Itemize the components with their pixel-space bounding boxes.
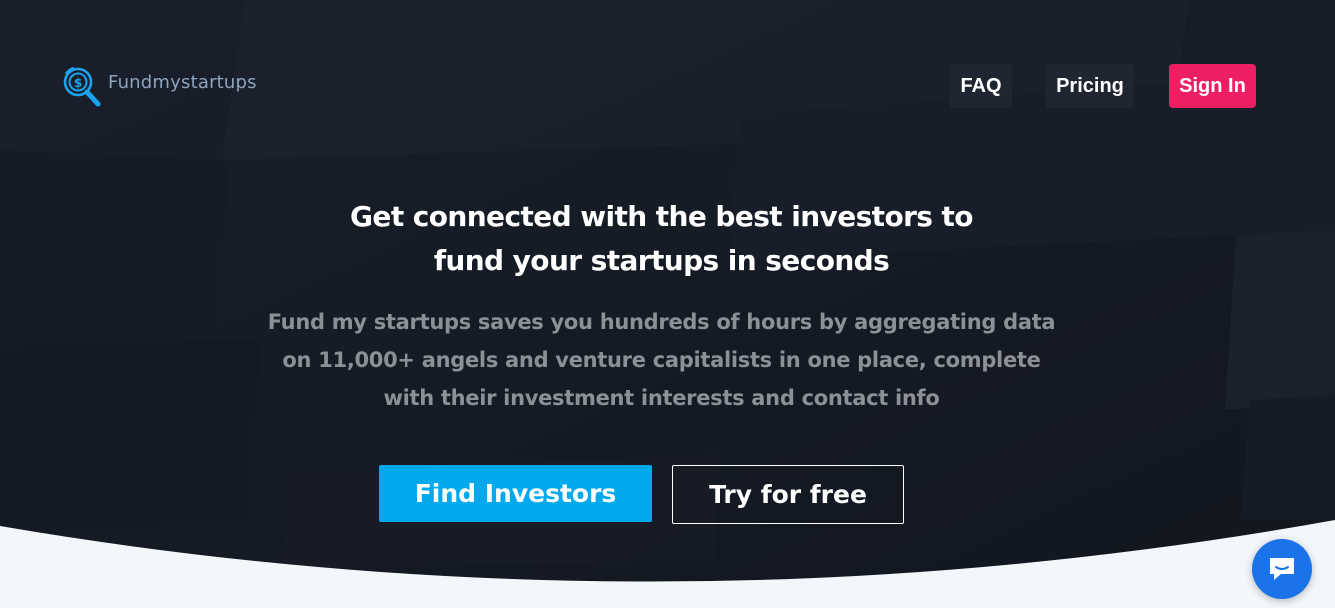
chat-launcher-button[interactable] [1252,539,1312,599]
subtext-line-1: Fund my startups saves you hundreds of h… [267,310,1056,334]
hero-headline: Get connected with the best investors to… [0,195,1323,283]
faq-button[interactable]: FAQ [950,64,1012,108]
pricing-button[interactable]: Pricing [1046,64,1134,108]
brand-logo[interactable]: $ Fundmystartups [60,64,257,110]
hero-subtext: Fund my startups saves you hundreds of h… [260,303,1063,417]
sign-in-button[interactable]: Sign In [1169,64,1256,108]
subtext-line-2: on 11,000+ angels and venture capitalist… [282,348,1041,372]
hero-section: $ Fundmystartups FAQ Pricing Sign In Get… [0,0,1335,608]
brand-name: Fundmystartups [108,71,257,93]
find-investors-button[interactable]: Find Investors [379,465,652,522]
chat-bubble-icon [1270,558,1294,580]
headline-line-2: fund your startups in seconds [433,244,890,277]
svg-text:$: $ [74,76,82,90]
try-for-free-button[interactable]: Try for free [672,465,904,524]
headline-line-1: Get connected with the best investors to [350,200,973,233]
subtext-line-3: with their investment interests and cont… [383,386,940,410]
dollar-search-icon: $ [63,66,101,107]
navbar: $ Fundmystartups FAQ Pricing Sign In [0,0,1335,120]
